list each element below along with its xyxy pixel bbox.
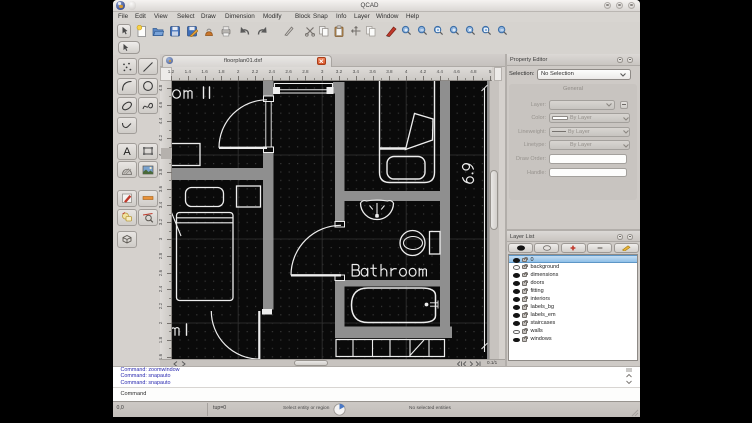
svg-text:A: A [123, 146, 131, 157]
